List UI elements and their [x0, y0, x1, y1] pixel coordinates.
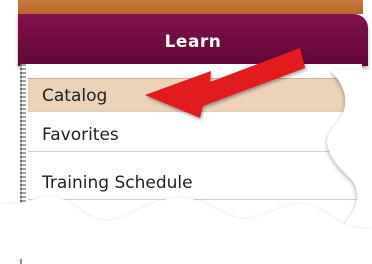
menu-item-report-fragment[interactable]: eport: [112, 222, 157, 242]
menu-item-ing-fragment[interactable]: ing: [252, 222, 278, 242]
menu-item-training-schedule[interactable]: Training Schedule: [28, 166, 358, 200]
top-band: [18, 0, 363, 14]
menu-title: Learn: [164, 32, 222, 52]
menu-item-favorites[interactable]: Favorites: [28, 118, 358, 152]
menu-item-catalog[interactable]: Catalog: [28, 78, 358, 112]
learn-menu-panel: Learn Catalog Favorites Training Schedul…: [0, 0, 372, 264]
menu-header: Learn: [18, 14, 368, 66]
menu-left-edge: [20, 64, 26, 259]
